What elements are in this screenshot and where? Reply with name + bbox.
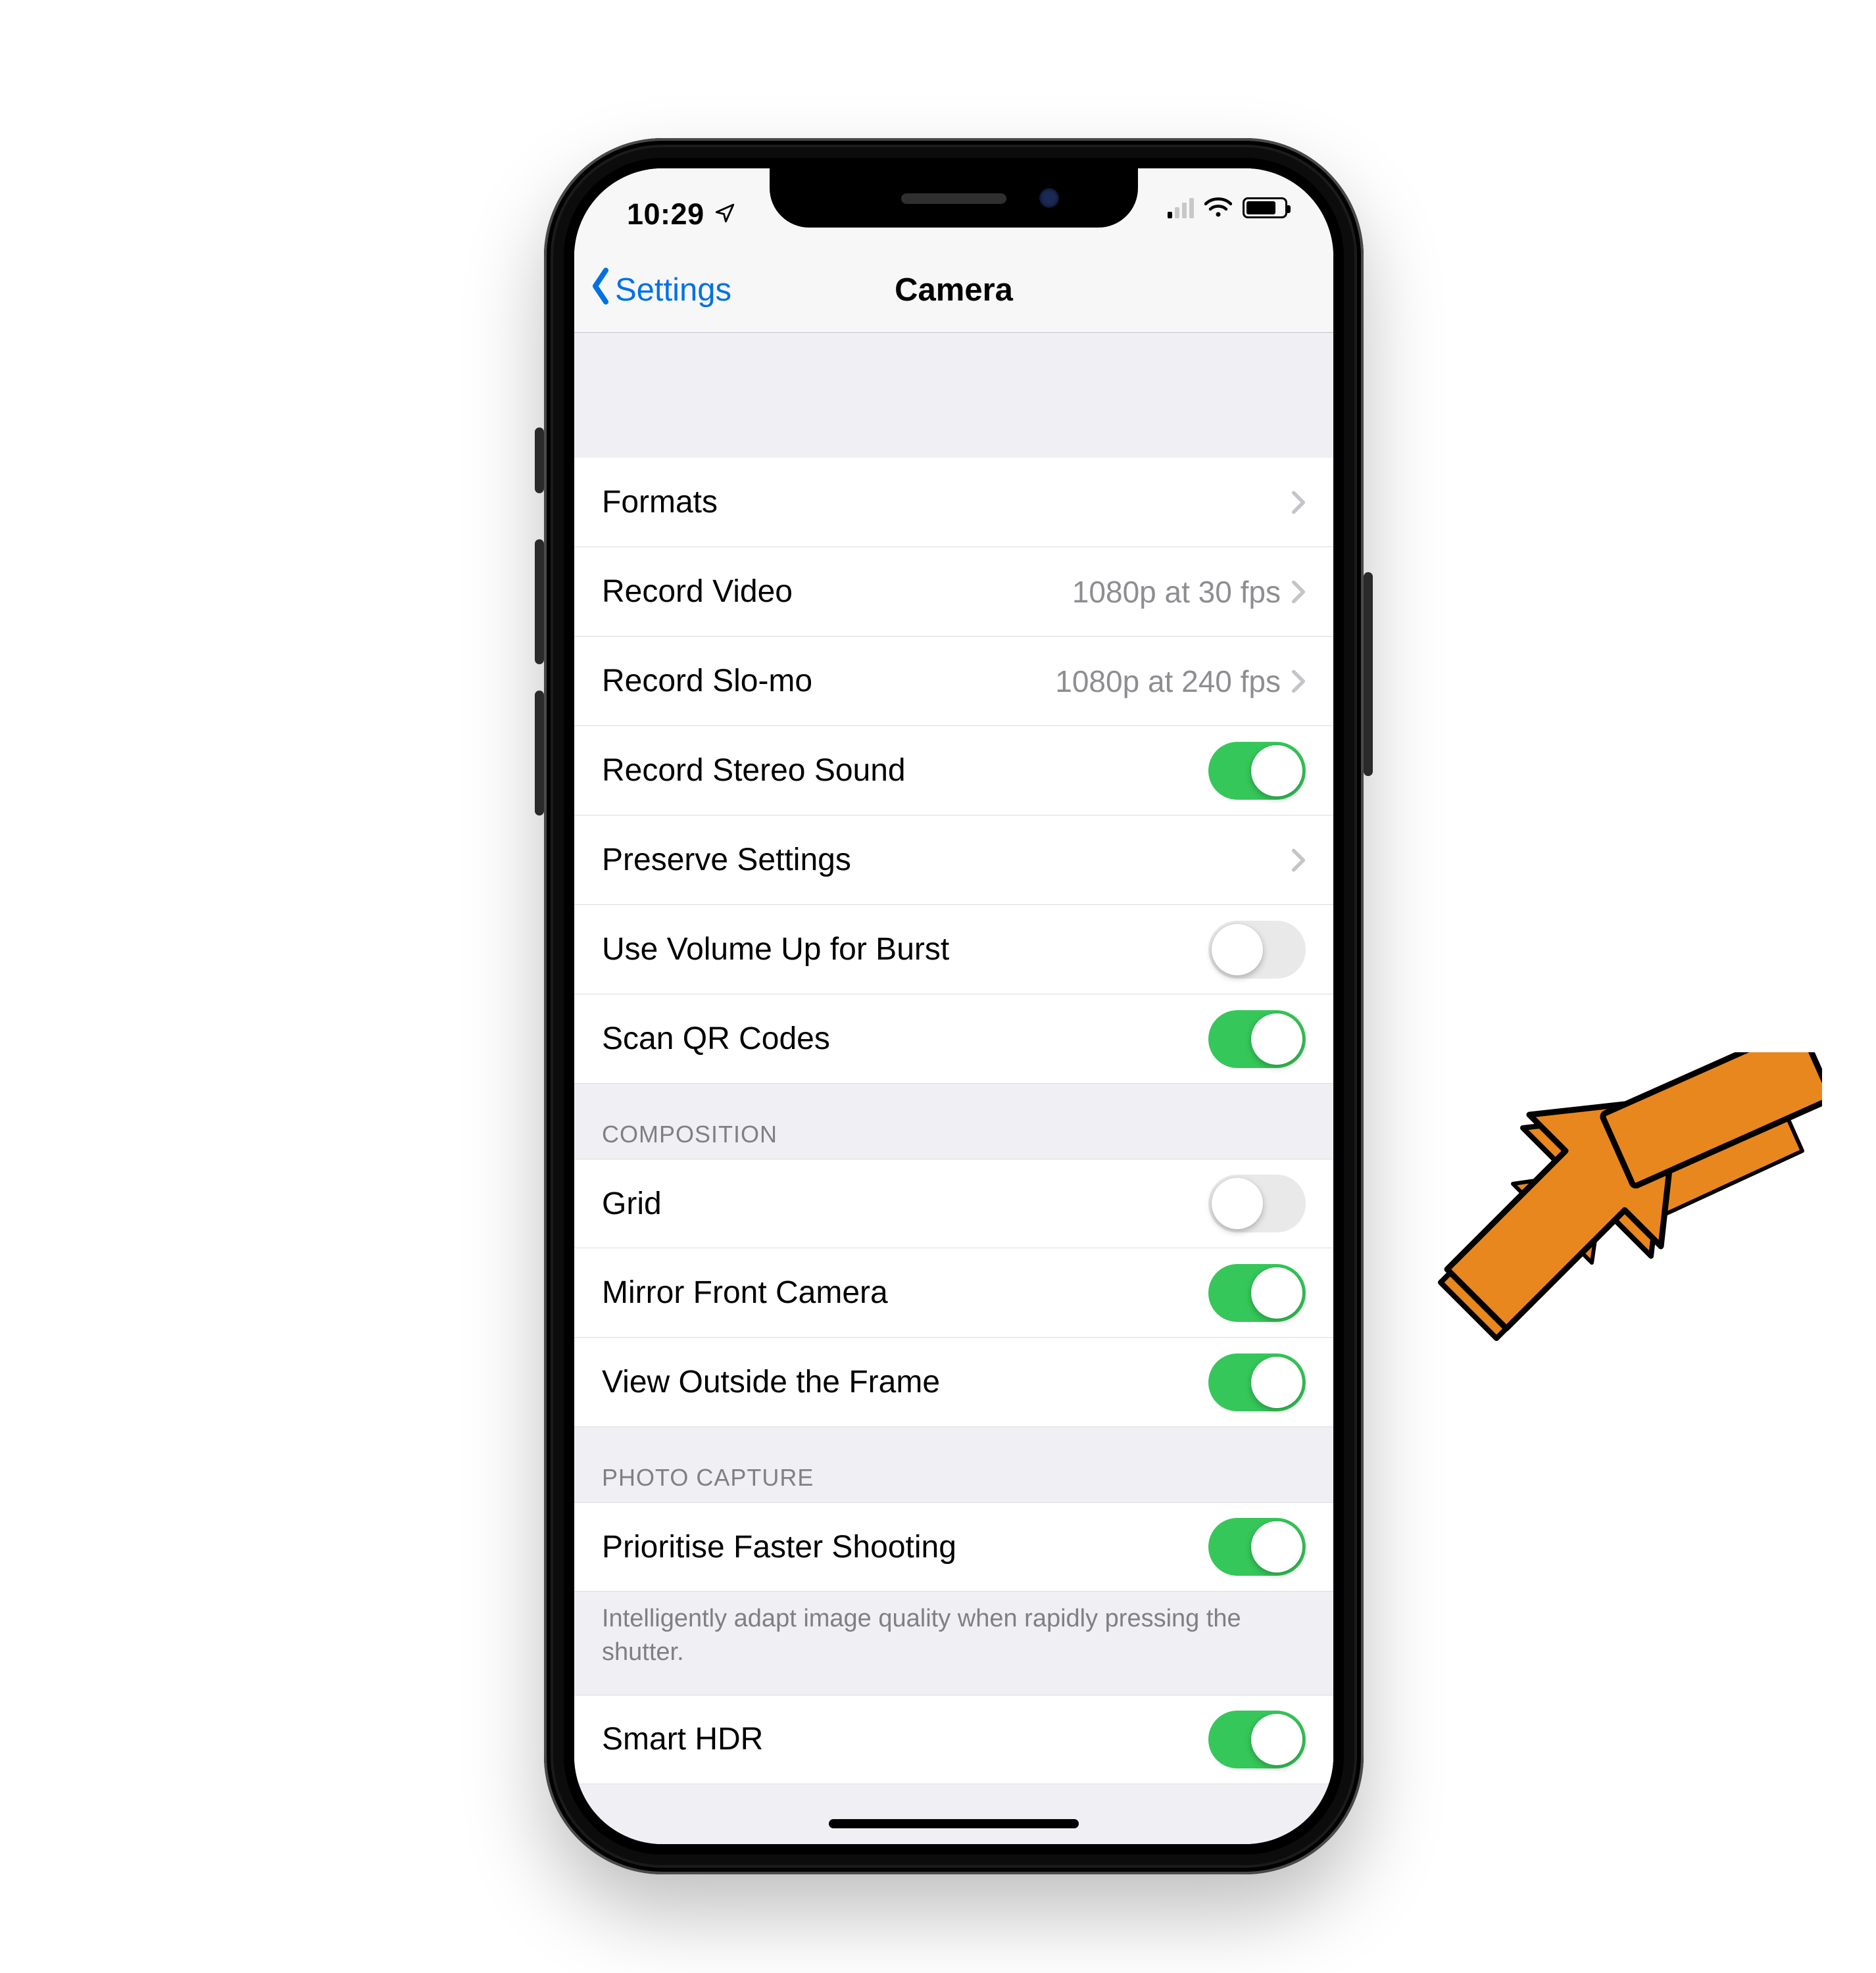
- section-header: [574, 333, 1333, 392]
- toggle-grid[interactable]: [1208, 1175, 1306, 1232]
- section-header-photo-capture: PHOTO CAPTURE: [574, 1427, 1333, 1502]
- row-label: Preserve Settings: [602, 842, 1291, 878]
- chevron-right-icon: [1291, 490, 1306, 515]
- row-label: Smart HDR: [602, 1721, 1208, 1757]
- toggle-record-stereo[interactable]: [1208, 742, 1306, 800]
- row-view-outside-frame: View Outside the Frame: [574, 1338, 1333, 1427]
- location-arrow-icon: [714, 197, 736, 231]
- volume-up-button: [535, 539, 544, 664]
- cellular-signal-icon: [1168, 197, 1194, 218]
- row-preserve-settings[interactable]: Preserve Settings: [574, 816, 1333, 905]
- screen: 10:29: [574, 168, 1333, 1844]
- nav-bar: Settings Camera: [574, 247, 1333, 333]
- row-label: Formats: [602, 484, 1291, 520]
- toggle-prioritise-faster-shooting[interactable]: [1208, 1518, 1306, 1576]
- row-value: 1080p at 30 fps: [1072, 574, 1281, 610]
- chevron-right-icon: [1291, 848, 1306, 873]
- row-record-video[interactable]: Record Video 1080p at 30 fps: [574, 547, 1333, 637]
- row-mirror-front-camera: Mirror Front Camera: [574, 1248, 1333, 1338]
- row-grid: Grid: [574, 1159, 1333, 1248]
- back-button[interactable]: Settings: [589, 247, 731, 332]
- toggle-volume-burst[interactable]: [1208, 921, 1306, 979]
- page-title: Camera: [895, 272, 1013, 308]
- section-header-composition: COMPOSITION: [574, 1084, 1333, 1159]
- toggle-smart-hdr[interactable]: [1208, 1711, 1306, 1768]
- row-label: Use Volume Up for Burst: [602, 931, 1208, 967]
- row-label: Grid: [602, 1186, 1208, 1222]
- annotation-arrow-icon: [1401, 1052, 1822, 1355]
- status-time: 10:29: [627, 197, 704, 231]
- mute-switch: [535, 427, 544, 493]
- row-volume-burst: Use Volume Up for Burst: [574, 905, 1333, 994]
- settings-list[interactable]: Formats Record Video 1080p at 30 fps: [574, 333, 1333, 1844]
- row-formats[interactable]: Formats: [574, 458, 1333, 547]
- row-prioritise-faster-shooting: Prioritise Faster Shooting: [574, 1502, 1333, 1592]
- row-label: View Outside the Frame: [602, 1364, 1208, 1400]
- back-label: Settings: [615, 272, 731, 308]
- battery-icon: [1243, 197, 1287, 218]
- row-record-stereo: Record Stereo Sound: [574, 726, 1333, 816]
- toggle-mirror-front-camera[interactable]: [1208, 1264, 1306, 1322]
- section-footer: Intelligently adapt image quality when r…: [574, 1592, 1333, 1683]
- row-label: Record Stereo Sound: [602, 752, 1208, 789]
- toggle-view-outside-frame[interactable]: [1208, 1353, 1306, 1411]
- toggle-scan-qr[interactable]: [1208, 1010, 1306, 1068]
- volume-down-button: [535, 691, 544, 816]
- row-value: 1080p at 240 fps: [1055, 664, 1281, 699]
- side-button: [1364, 572, 1373, 776]
- row-label: Record Video: [602, 573, 1072, 610]
- phone-bezel: 10:29: [544, 138, 1364, 1874]
- row-label: Scan QR Codes: [602, 1021, 1208, 1057]
- row-label: Mirror Front Camera: [602, 1275, 1208, 1311]
- home-indicator[interactable]: [829, 1819, 1079, 1828]
- chevron-right-icon: [1291, 669, 1306, 694]
- row-record-slomo[interactable]: Record Slo-mo 1080p at 240 fps: [574, 637, 1333, 726]
- wifi-icon: [1204, 197, 1232, 218]
- chevron-left-icon: [589, 268, 612, 312]
- chevron-right-icon: [1291, 579, 1306, 604]
- row-label: Record Slo-mo: [602, 663, 1055, 699]
- row-smart-hdr: Smart HDR: [574, 1695, 1333, 1784]
- notch: [770, 168, 1138, 228]
- row-label: Prioritise Faster Shooting: [602, 1529, 1208, 1565]
- row-scan-qr: Scan QR Codes: [574, 994, 1333, 1084]
